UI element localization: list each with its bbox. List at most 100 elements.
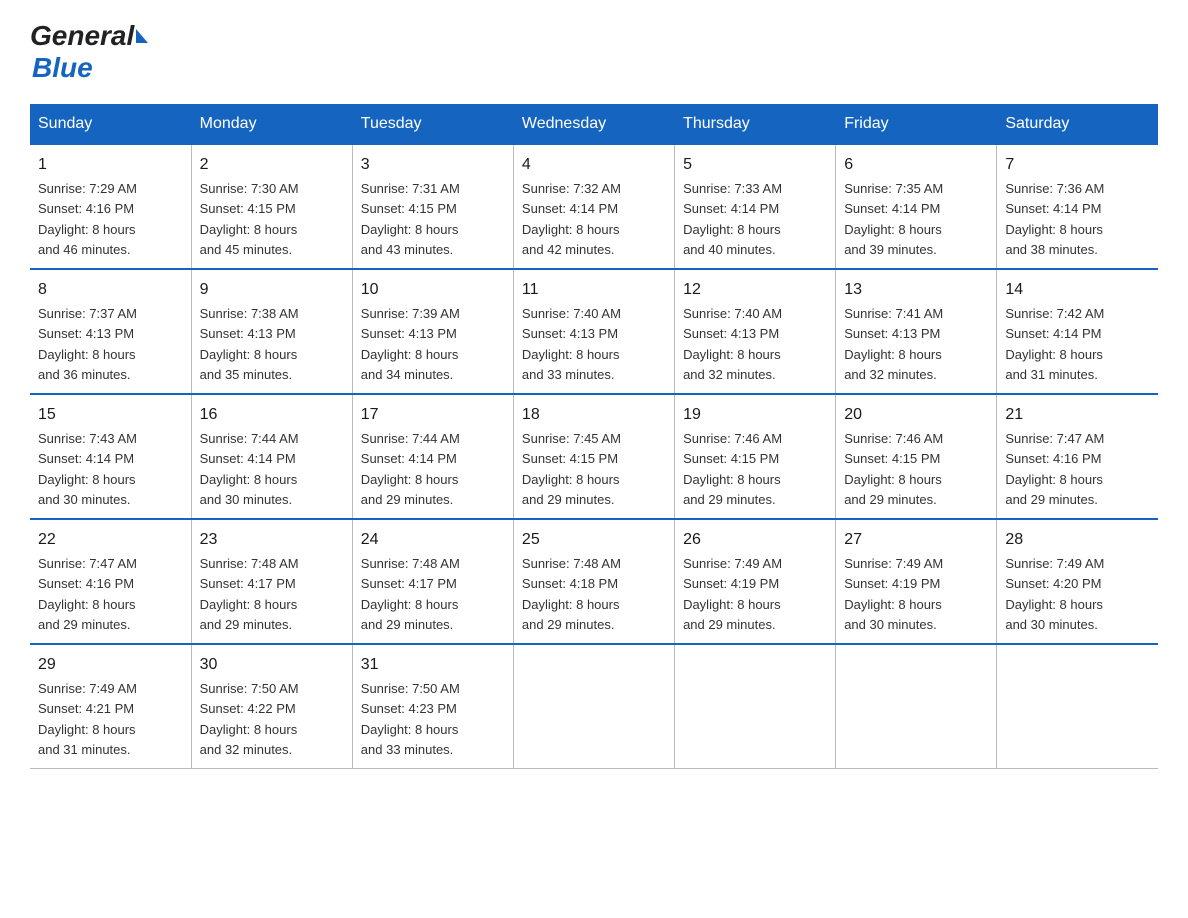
day-of-week-header: Saturday: [997, 105, 1158, 145]
day-info: Sunrise: 7:44 AMSunset: 4:14 PMDaylight:…: [361, 431, 460, 507]
calendar-cell: 29 Sunrise: 7:49 AMSunset: 4:21 PMDayligh…: [30, 644, 191, 769]
day-number: 14: [1005, 278, 1150, 302]
day-number: 15: [38, 403, 183, 427]
calendar-cell: 11 Sunrise: 7:40 AMSunset: 4:13 PMDayligh…: [513, 269, 674, 394]
calendar-cell: 8 Sunrise: 7:37 AMSunset: 4:13 PMDaylight…: [30, 269, 191, 394]
day-number: 16: [200, 403, 344, 427]
day-info: Sunrise: 7:48 AMSunset: 4:18 PMDaylight:…: [522, 556, 621, 632]
day-info: Sunrise: 7:44 AMSunset: 4:14 PMDaylight:…: [200, 431, 299, 507]
day-number: 4: [522, 153, 666, 177]
day-number: 2: [200, 153, 344, 177]
calendar-header-row: SundayMondayTuesdayWednesdayThursdayFrid…: [30, 105, 1158, 145]
calendar-week-row: 8 Sunrise: 7:37 AMSunset: 4:13 PMDaylight…: [30, 269, 1158, 394]
calendar-cell: 20 Sunrise: 7:46 AMSunset: 4:15 PMDayligh…: [836, 394, 997, 519]
calendar-cell: 14 Sunrise: 7:42 AMSunset: 4:14 PMDayligh…: [997, 269, 1158, 394]
day-info: Sunrise: 7:47 AMSunset: 4:16 PMDaylight:…: [1005, 431, 1104, 507]
day-info: Sunrise: 7:42 AMSunset: 4:14 PMDaylight:…: [1005, 306, 1104, 382]
day-number: 1: [38, 153, 183, 177]
calendar-cell: 28Sunrise: 7:49 AMSunset: 4:20 PMDayligh…: [997, 519, 1158, 644]
day-info: Sunrise: 7:40 AMSunset: 4:13 PMDaylight:…: [522, 306, 621, 382]
calendar-week-row: 15 Sunrise: 7:43 AMSunset: 4:14 PMDayligh…: [30, 394, 1158, 519]
calendar-cell: 21Sunrise: 7:47 AMSunset: 4:16 PMDayligh…: [997, 394, 1158, 519]
day-number: 7: [1005, 153, 1150, 177]
calendar-cell: 5 Sunrise: 7:33 AMSunset: 4:14 PMDaylight…: [675, 144, 836, 269]
calendar-cell: 3 Sunrise: 7:31 AMSunset: 4:15 PMDaylight…: [352, 144, 513, 269]
calendar-cell: 25 Sunrise: 7:48 AMSunset: 4:18 PMDayligh…: [513, 519, 674, 644]
day-number: 9: [200, 278, 344, 302]
calendar-cell: 10Sunrise: 7:39 AMSunset: 4:13 PMDayligh…: [352, 269, 513, 394]
calendar-cell: 16 Sunrise: 7:44 AMSunset: 4:14 PMDayligh…: [191, 394, 352, 519]
logo: General Blue: [30, 20, 148, 84]
day-number: 8: [38, 278, 183, 302]
day-info: Sunrise: 7:49 AMSunset: 4:21 PMDaylight:…: [38, 681, 137, 757]
day-info: Sunrise: 7:47 AMSunset: 4:16 PMDaylight:…: [38, 556, 137, 632]
calendar-cell: 13Sunrise: 7:41 AMSunset: 4:13 PMDayligh…: [836, 269, 997, 394]
day-info: Sunrise: 7:33 AMSunset: 4:14 PMDaylight:…: [683, 181, 782, 257]
day-of-week-header: Sunday: [30, 105, 191, 145]
day-info: Sunrise: 7:29 AMSunset: 4:16 PMDaylight:…: [38, 181, 137, 257]
day-of-week-header: Thursday: [675, 105, 836, 145]
calendar-cell: 17 Sunrise: 7:44 AMSunset: 4:14 PMDayligh…: [352, 394, 513, 519]
calendar-cell: 24Sunrise: 7:48 AMSunset: 4:17 PMDayligh…: [352, 519, 513, 644]
day-info: Sunrise: 7:37 AMSunset: 4:13 PMDaylight:…: [38, 306, 137, 382]
day-of-week-header: Monday: [191, 105, 352, 145]
day-info: Sunrise: 7:50 AMSunset: 4:23 PMDaylight:…: [361, 681, 460, 757]
day-info: Sunrise: 7:41 AMSunset: 4:13 PMDaylight:…: [844, 306, 943, 382]
day-number: 31: [361, 653, 505, 677]
day-info: Sunrise: 7:31 AMSunset: 4:15 PMDaylight:…: [361, 181, 460, 257]
day-number: 17: [361, 403, 505, 427]
day-info: Sunrise: 7:46 AMSunset: 4:15 PMDaylight:…: [683, 431, 782, 507]
day-number: 5: [683, 153, 827, 177]
calendar-cell: 2 Sunrise: 7:30 AMSunset: 4:15 PMDaylight…: [191, 144, 352, 269]
calendar-cell: 6Sunrise: 7:35 AMSunset: 4:14 PMDaylight…: [836, 144, 997, 269]
day-number: 27: [844, 528, 988, 552]
day-info: Sunrise: 7:45 AMSunset: 4:15 PMDaylight:…: [522, 431, 621, 507]
calendar-week-row: 22Sunrise: 7:47 AMSunset: 4:16 PMDayligh…: [30, 519, 1158, 644]
day-info: Sunrise: 7:49 AMSunset: 4:19 PMDaylight:…: [844, 556, 943, 632]
calendar-cell: 9 Sunrise: 7:38 AMSunset: 4:13 PMDaylight…: [191, 269, 352, 394]
day-info: Sunrise: 7:30 AMSunset: 4:15 PMDaylight:…: [200, 181, 299, 257]
day-info: Sunrise: 7:40 AMSunset: 4:13 PMDaylight:…: [683, 306, 782, 382]
calendar-week-row: 1 Sunrise: 7:29 AMSunset: 4:16 PMDaylight…: [30, 144, 1158, 269]
calendar-cell: 4 Sunrise: 7:32 AMSunset: 4:14 PMDaylight…: [513, 144, 674, 269]
calendar-week-row: 29 Sunrise: 7:49 AMSunset: 4:21 PMDayligh…: [30, 644, 1158, 769]
day-info: Sunrise: 7:39 AMSunset: 4:13 PMDaylight:…: [361, 306, 460, 382]
day-info: Sunrise: 7:48 AMSunset: 4:17 PMDaylight:…: [200, 556, 299, 632]
calendar-cell: [675, 644, 836, 769]
day-number: 11: [522, 278, 666, 302]
day-info: Sunrise: 7:50 AMSunset: 4:22 PMDaylight:…: [200, 681, 299, 757]
day-of-week-header: Wednesday: [513, 105, 674, 145]
day-info: Sunrise: 7:32 AMSunset: 4:14 PMDaylight:…: [522, 181, 621, 257]
calendar-table: SundayMondayTuesdayWednesdayThursdayFrid…: [30, 104, 1158, 769]
day-info: Sunrise: 7:49 AMSunset: 4:19 PMDaylight:…: [683, 556, 782, 632]
day-number: 28: [1005, 528, 1150, 552]
day-of-week-header: Friday: [836, 105, 997, 145]
day-number: 12: [683, 278, 827, 302]
calendar-cell: 27 Sunrise: 7:49 AMSunset: 4:19 PMDayligh…: [836, 519, 997, 644]
day-number: 29: [38, 653, 183, 677]
day-of-week-header: Tuesday: [352, 105, 513, 145]
day-number: 26: [683, 528, 827, 552]
logo-arrow-icon: [136, 29, 148, 43]
calendar-cell: 7Sunrise: 7:36 AMSunset: 4:14 PMDaylight…: [997, 144, 1158, 269]
day-info: Sunrise: 7:43 AMSunset: 4:14 PMDaylight:…: [38, 431, 137, 507]
day-info: Sunrise: 7:46 AMSunset: 4:15 PMDaylight:…: [844, 431, 943, 507]
day-number: 3: [361, 153, 505, 177]
calendar-cell: 19Sunrise: 7:46 AMSunset: 4:15 PMDayligh…: [675, 394, 836, 519]
calendar-body: 1 Sunrise: 7:29 AMSunset: 4:16 PMDaylight…: [30, 144, 1158, 769]
day-number: 25: [522, 528, 666, 552]
calendar-cell: 26 Sunrise: 7:49 AMSunset: 4:19 PMDayligh…: [675, 519, 836, 644]
calendar-cell: 30 Sunrise: 7:50 AMSunset: 4:22 PMDayligh…: [191, 644, 352, 769]
calendar-cell: 12 Sunrise: 7:40 AMSunset: 4:13 PMDayligh…: [675, 269, 836, 394]
day-number: 20: [844, 403, 988, 427]
calendar-cell: 15 Sunrise: 7:43 AMSunset: 4:14 PMDayligh…: [30, 394, 191, 519]
calendar-cell: [997, 644, 1158, 769]
logo-blue-text: Blue: [32, 52, 93, 84]
day-number: 6: [844, 153, 988, 177]
calendar-cell: [513, 644, 674, 769]
calendar-cell: [836, 644, 997, 769]
day-info: Sunrise: 7:38 AMSunset: 4:13 PMDaylight:…: [200, 306, 299, 382]
day-number: 30: [200, 653, 344, 677]
page-header: General Blue: [30, 20, 1158, 84]
calendar-cell: 31 Sunrise: 7:50 AMSunset: 4:23 PMDayligh…: [352, 644, 513, 769]
